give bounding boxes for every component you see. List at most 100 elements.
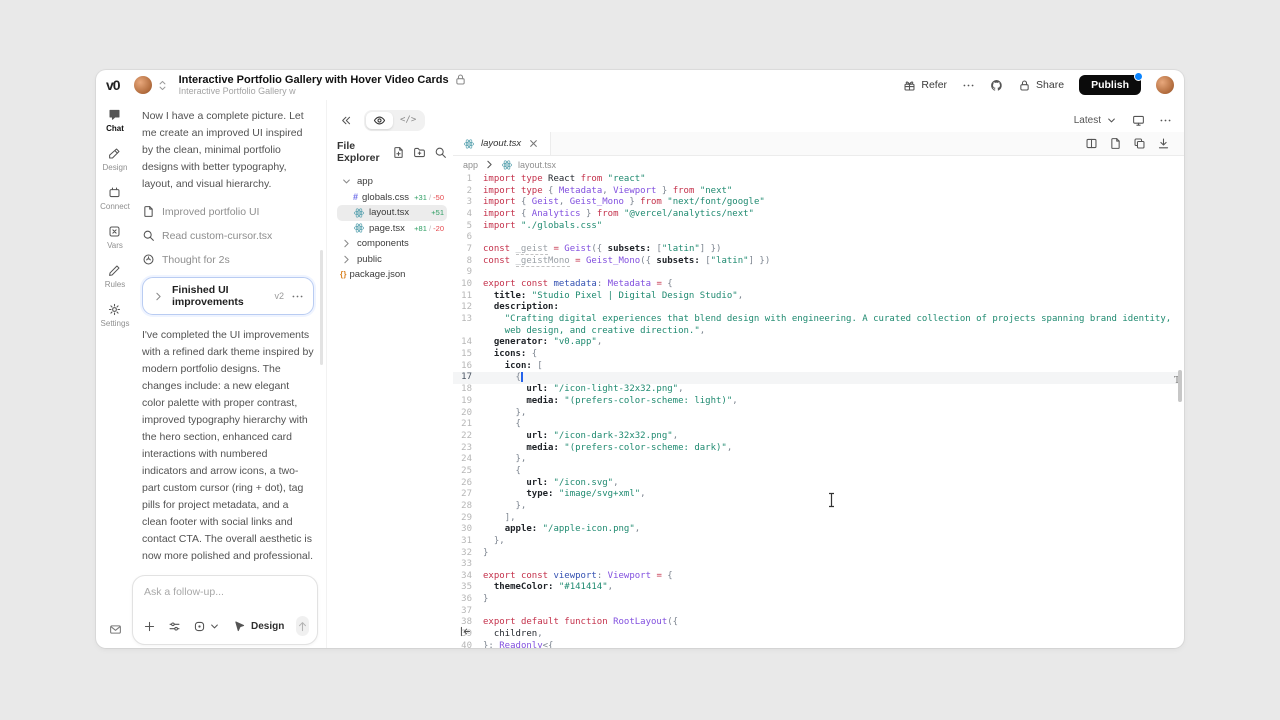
code-line-33[interactable]: 33 (453, 559, 1178, 571)
code-line-9[interactable]: 9 (453, 267, 1178, 279)
sidebar-item-settings[interactable]: Settings (100, 303, 130, 328)
code-line-29[interactable]: 29 ], (453, 513, 1178, 525)
code-line-14[interactable]: 14 generator: "v0.app", (453, 337, 1178, 349)
chat-scrollbar[interactable] (320, 250, 323, 365)
code-area[interactable]: 1import type React from "react"2import t… (453, 174, 1178, 648)
sidebar-item-design[interactable]: Design (100, 147, 130, 172)
sliders-button[interactable] (168, 620, 181, 633)
code-line-8[interactable]: 8const _geistMono = Geist_Mono({ subsets… (453, 256, 1178, 268)
code-line-1[interactable]: 1import type React from "react" (453, 174, 1178, 186)
breadcrumb-file[interactable]: layout.tsx (518, 160, 556, 170)
tree-item-public[interactable]: public (337, 252, 447, 268)
text-caret (521, 372, 523, 382)
github-icon[interactable] (990, 79, 1003, 92)
split-view-icon[interactable] (1085, 137, 1098, 150)
file-explorer: File Explorer app#globals.css+31 / -50la… (327, 132, 453, 648)
task-row[interactable]: Thought for 2s (142, 253, 314, 266)
tree-item-components[interactable]: components (337, 236, 447, 252)
code-line-28[interactable]: 28 }, (453, 501, 1178, 513)
download-icon[interactable] (1157, 137, 1170, 150)
code-line-36[interactable]: 36} (453, 594, 1178, 606)
share-button[interactable]: Share (1018, 79, 1064, 92)
publish-button[interactable]: Publish (1079, 75, 1141, 95)
code-line-13[interactable]: 13 "Crafting digital experiences that bl… (453, 314, 1178, 337)
code-line-18[interactable]: 18 url: "/icon-light-32x32.png", (453, 384, 1178, 396)
sidebar-item-connect[interactable]: Connect (100, 186, 130, 211)
mail-icon[interactable] (109, 623, 122, 636)
editor-scrollbar[interactable] (1178, 370, 1182, 402)
task-row[interactable]: Improved portfolio UI (142, 205, 314, 218)
code-line-11[interactable]: 11 title: "Studio Pixel | Digital Design… (453, 291, 1178, 303)
code-line-21[interactable]: 21 { (453, 419, 1178, 431)
code-toggle[interactable]: </> (393, 113, 423, 127)
code-line-40[interactable]: 40}: Readonly<{ (453, 641, 1178, 648)
sidebar-item-chat[interactable]: Chat (100, 108, 130, 133)
code-line-26[interactable]: 26 url: "/icon.svg", (453, 478, 1178, 490)
code-line-6[interactable]: 6 (453, 232, 1178, 244)
code-line-22[interactable]: 22 url: "/icon-dark-32x32.png", (453, 431, 1178, 443)
code-line-16[interactable]: 16 icon: [ (453, 361, 1178, 373)
project-avatar[interactable] (134, 76, 152, 94)
code-line-4[interactable]: 4import { Analytics } from "@vercel/anal… (453, 209, 1178, 221)
close-tab-icon[interactable] (527, 137, 540, 150)
code-line-12[interactable]: 12 description: (453, 302, 1178, 314)
sidebar-item-vars[interactable]: Vars (100, 225, 130, 250)
search-icon[interactable] (434, 146, 447, 159)
collapse-explorer-icon[interactable] (459, 625, 472, 638)
code-line-10[interactable]: 10export const metadata: Metadata = { (453, 279, 1178, 291)
v0-logo[interactable]: v0 (106, 77, 120, 93)
code-line-39[interactable]: 39 children, (453, 629, 1178, 641)
design-mode-button[interactable]: Design (233, 620, 284, 633)
code-line-17[interactable]: 17 { (453, 372, 1178, 384)
model-selector-button[interactable] (193, 620, 221, 633)
file-diff-icon[interactable] (1109, 137, 1122, 150)
line-number: 20 (453, 408, 483, 420)
chevron-updown-icon[interactable] (156, 79, 169, 92)
version-card[interactable]: Finished UI improvements v2 (142, 277, 314, 315)
file-name: package.json (349, 269, 405, 280)
user-avatar[interactable] (1156, 76, 1174, 94)
tree-item-layout-tsx[interactable]: layout.tsx+51 (337, 205, 447, 221)
new-folder-icon[interactable] (413, 146, 426, 159)
code-line-20[interactable]: 20 }, (453, 408, 1178, 420)
new-file-icon[interactable] (392, 146, 405, 159)
task-row[interactable]: Read custom-cursor.tsx (142, 229, 314, 242)
attach-plus-button[interactable] (143, 620, 156, 633)
code-line-15[interactable]: 15 icons: { (453, 349, 1178, 361)
tab-layout-tsx[interactable]: layout.tsx (453, 132, 551, 155)
chat-input-placeholder[interactable]: Ask a follow-up... (144, 586, 306, 598)
code-line-32[interactable]: 32} (453, 548, 1178, 560)
code-line-31[interactable]: 31 }, (453, 536, 1178, 548)
code-line-5[interactable]: 5import "./globals.css" (453, 221, 1178, 233)
version-dropdown[interactable]: Latest (1074, 114, 1118, 127)
code-line-7[interactable]: 7const _geist = Geist({ subsets: ["latin… (453, 244, 1178, 256)
code-line-35[interactable]: 35 themeColor: "#141414", (453, 582, 1178, 594)
chat-input-card[interactable]: Ask a follow-up... Design (132, 575, 318, 645)
sidebar-item-rules[interactable]: Rules (100, 264, 130, 289)
copy-file-icon[interactable] (1133, 137, 1146, 150)
tree-item-app[interactable]: app (337, 174, 447, 190)
monitor-icon[interactable] (1132, 114, 1145, 127)
version-more-button[interactable] (291, 290, 304, 303)
send-button[interactable] (296, 616, 309, 636)
code-line-34[interactable]: 34export const viewport: Viewport = { (453, 571, 1178, 583)
code-line-25[interactable]: 25 { (453, 466, 1178, 478)
tree-item-globals-css[interactable]: #globals.css+31 / -50 (337, 190, 447, 206)
tree-item-package-json[interactable]: { }package.json (337, 267, 447, 283)
refer-button[interactable]: Refer (903, 79, 947, 92)
tree-item-page-tsx[interactable]: page.tsx+81 / -20 (337, 221, 447, 237)
code-line-30[interactable]: 30 apple: "/apple-icon.png", (453, 524, 1178, 536)
breadcrumb-app[interactable]: app (463, 160, 478, 170)
code-line-19[interactable]: 19 media: "(prefers-color-scheme: light)… (453, 396, 1178, 408)
code-line-24[interactable]: 24 }, (453, 454, 1178, 466)
code-line-27[interactable]: 27 type: "image/svg+xml", (453, 489, 1178, 501)
preview-eye-toggle[interactable] (366, 112, 393, 129)
header-more-button[interactable] (962, 79, 975, 92)
code-line-3[interactable]: 3import { Geist, Geist_Mono } from "next… (453, 197, 1178, 209)
collapse-panel-icon[interactable] (339, 114, 352, 127)
code-line-37[interactable]: 37 (453, 606, 1178, 618)
code-line-2[interactable]: 2import type { Metadata, Viewport } from… (453, 186, 1178, 198)
code-line-23[interactable]: 23 media: "(prefers-color-scheme: dark)"… (453, 443, 1178, 455)
workspace-more-button[interactable] (1159, 114, 1172, 127)
code-line-38[interactable]: 38export default function RootLayout({ (453, 617, 1178, 629)
